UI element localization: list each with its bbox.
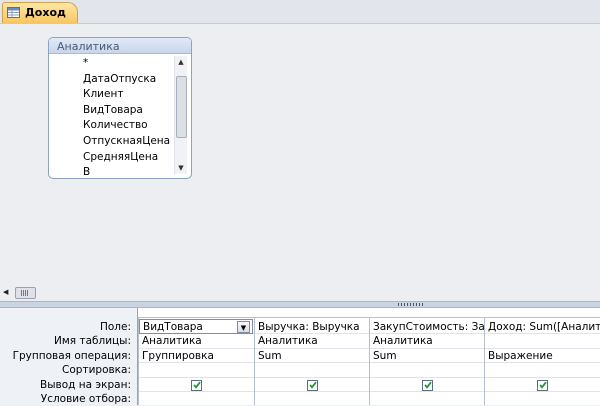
row-label-table: Имя таблицы:	[54, 335, 131, 347]
tab-title: Доход	[25, 6, 66, 19]
field-item[interactable]: ДатаОтпуска	[55, 72, 173, 88]
show-checkbox[interactable]	[537, 380, 548, 391]
field-item[interactable]: *	[55, 56, 173, 72]
field-item[interactable]: ОтпускнаяЦена	[55, 134, 173, 150]
field-value[interactable]: ВидТовара	[143, 320, 203, 334]
pane-splitter[interactable]	[0, 301, 600, 308]
group-op-value[interactable]: Группировка	[142, 349, 214, 363]
grid-column[interactable]: ВидТовара ▼ Аналитика Группировка	[138, 318, 254, 405]
hscroll-thumb[interactable]	[15, 287, 36, 299]
checkmark-icon	[424, 381, 432, 389]
splitter-grip-icon	[398, 303, 424, 306]
show-checkbox[interactable]	[191, 380, 202, 391]
grid-row-labels: Поле: Имя таблицы: Групповая операция: С…	[0, 308, 138, 405]
query-tables-pane[interactable]: Аналитика * ДатаОтпуска Клиент ВидТовара…	[0, 24, 600, 284]
document-tab-strip: Доход	[0, 0, 600, 24]
tab-dohod[interactable]: Доход	[2, 2, 78, 23]
scroll-thumb[interactable]	[176, 76, 187, 138]
row-label-criteria: Условие отбора:	[40, 393, 131, 405]
show-checkbox[interactable]	[422, 380, 433, 391]
field-item[interactable]: В	[55, 165, 173, 176]
upper-pane-hscrollbar[interactable]: ◀	[0, 286, 600, 299]
field-value[interactable]: Выручка: Выручка	[258, 320, 360, 334]
grip-icon	[21, 290, 29, 296]
scroll-down-icon[interactable]: ▼	[175, 162, 187, 174]
checkmark-icon	[539, 381, 547, 389]
table-value[interactable]: Аналитика	[258, 334, 318, 348]
row-label-group: Групповая операция:	[12, 350, 131, 362]
field-item[interactable]: СредняяЦена	[55, 150, 173, 166]
query-icon	[7, 7, 20, 18]
query-design-grid[interactable]: Поле: Имя таблицы: Групповая операция: С…	[0, 308, 600, 405]
chevron-down-icon[interactable]: ▼	[237, 321, 250, 333]
field-list-scrollbar[interactable]: ▲ ▼	[174, 56, 187, 174]
field-value[interactable]: Доход: Sum([Аналити	[488, 320, 600, 334]
row-label-show: Вывод на экран:	[40, 379, 131, 391]
group-op-value[interactable]: Sum	[258, 349, 282, 363]
grid-column[interactable]: ЗакупСтоимость: Зак Аналитика Sum	[369, 318, 484, 405]
field-item[interactable]: ВидТовара	[55, 103, 173, 119]
table-value[interactable]: Аналитика	[373, 334, 433, 348]
group-op-value[interactable]: Sum	[373, 349, 397, 363]
field-list-title[interactable]: Аналитика	[49, 38, 191, 54]
scroll-up-icon[interactable]: ▲	[175, 56, 187, 68]
row-label-field: Поле:	[99, 321, 131, 333]
field-item[interactable]: Количество	[55, 118, 173, 134]
grid-column[interactable]: Выручка: Выручка Аналитика Sum	[254, 318, 369, 405]
row-label-sort: Сортировка:	[62, 364, 131, 376]
table-value[interactable]: Аналитика	[142, 334, 202, 348]
show-checkbox[interactable]	[307, 380, 318, 391]
field-value[interactable]: ЗакупСтоимость: Зак	[373, 320, 484, 334]
checkmark-icon	[309, 381, 317, 389]
checkmark-icon	[193, 381, 201, 389]
field-list-analitika[interactable]: Аналитика * ДатаОтпуска Клиент ВидТовара…	[48, 37, 192, 179]
grid-column[interactable]: Доход: Sum([Аналити Выражение	[484, 318, 600, 405]
scroll-left-icon[interactable]: ◀	[3, 287, 13, 298]
field-list-items: * ДатаОтпуска Клиент ВидТовара Количеств…	[55, 56, 173, 176]
field-cell-selected[interactable]: ВидТовара ▼	[139, 319, 253, 334]
group-op-value[interactable]: Выражение	[488, 349, 553, 363]
field-item[interactable]: Клиент	[55, 87, 173, 103]
